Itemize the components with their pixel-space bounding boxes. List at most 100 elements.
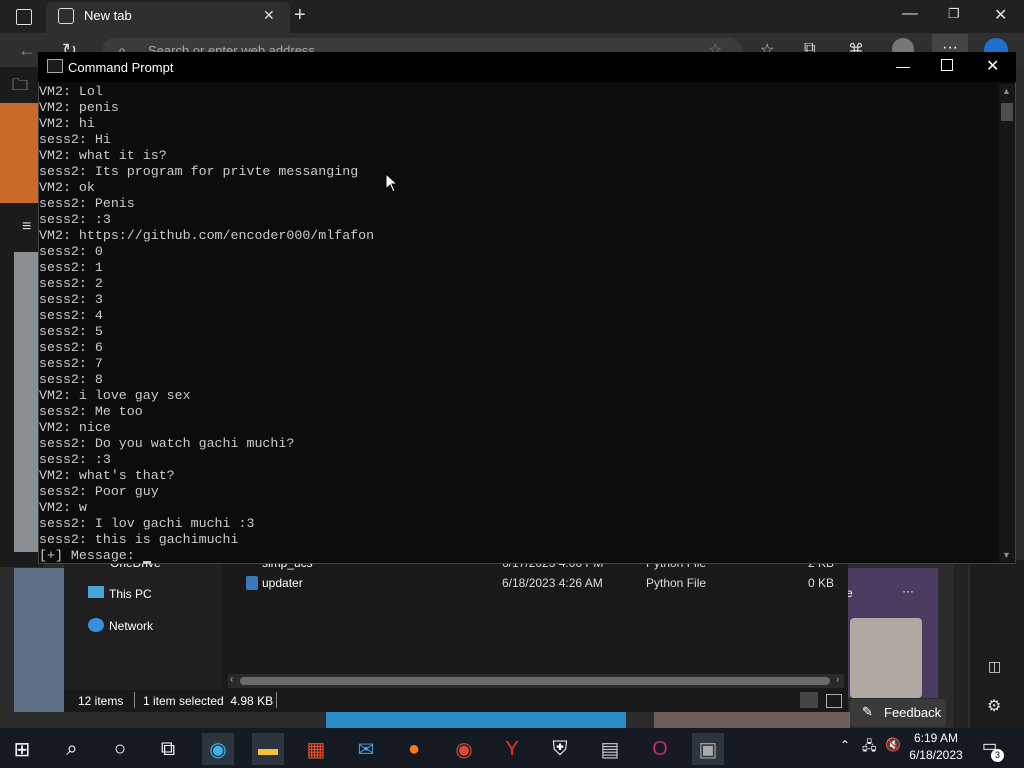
- text-cursor: [143, 561, 151, 564]
- status-divider: [134, 692, 135, 708]
- edge-taskbar-icon[interactable]: ◉: [202, 733, 234, 765]
- console-line: sess2: :3: [39, 452, 111, 467]
- cortana-icon[interactable]: ○: [104, 733, 136, 765]
- new-tab-icon[interactable]: +: [294, 4, 306, 27]
- console-output[interactable]: VM2: Lol VM2: penis VM2: hi sess2: Hi VM2: w…: [39, 84, 997, 564]
- network-status-icon[interactable]: 🖧: [862, 737, 877, 759]
- opera-icon[interactable]: O: [644, 733, 676, 765]
- news-card-image[interactable]: [14, 568, 64, 712]
- new-tab-page-icon: [58, 8, 74, 24]
- back-icon[interactable]: ←: [18, 40, 36, 61]
- system-clock[interactable]: 6:19 AM 6/18/2023: [900, 730, 972, 764]
- console-line: VM2: what's that?: [39, 468, 175, 483]
- scrollbar-thumb[interactable]: [240, 677, 830, 685]
- console-line: VM2: Lol: [39, 84, 103, 99]
- tab-actions-icon[interactable]: [16, 9, 32, 25]
- news-card-image[interactable]: [654, 712, 850, 728]
- news-card-image: [850, 618, 922, 698]
- console-line: VM2: https://github.com/encoder000/mlfaf…: [39, 228, 375, 243]
- file-explorer-taskbar-icon[interactable]: ▬: [252, 733, 284, 765]
- console-line: sess2: 0: [39, 244, 103, 259]
- notification-count-badge: 3: [991, 749, 1004, 762]
- console-line: sess2: 4: [39, 308, 103, 323]
- cmd-window-title: Command Prompt: [68, 60, 174, 75]
- browser-minimize-button[interactable]: —: [902, 5, 918, 23]
- sidebar-settings-icon[interactable]: ⚙: [987, 696, 1001, 716]
- console-line: sess2: I lov gachi muchi :3: [39, 516, 255, 531]
- yandex-browser-icon[interactable]: Y: [496, 733, 528, 765]
- network-icon: [88, 618, 104, 632]
- menu-icon[interactable]: ≡: [22, 218, 31, 236]
- this-pc-icon: [88, 586, 104, 598]
- console-line: sess2: Do you watch gachi muchi?: [39, 436, 295, 451]
- task-view-icon[interactable]: ⧉: [152, 733, 184, 765]
- console-line: sess2: Penis: [39, 196, 135, 211]
- taskbar-search-icon[interactable]: ⌕: [56, 733, 88, 765]
- console-line: VM2: what it is?: [39, 148, 167, 163]
- microsoft-store-icon[interactable]: ▦: [300, 733, 332, 765]
- cmd-scrollbar-thumb[interactable]: [1001, 103, 1013, 121]
- file-name[interactable]: updater: [262, 576, 303, 590]
- news-card-options-icon[interactable]: ···: [902, 584, 914, 598]
- browser-tab[interactable]: [46, 2, 290, 33]
- chrome-icon[interactable]: ◉: [448, 733, 480, 765]
- console-line: sess2: Poor guy: [39, 484, 159, 499]
- cmd-close-button[interactable]: ✕: [986, 56, 999, 76]
- file-date: 6/18/2023 4:26 AM: [502, 576, 603, 590]
- console-lines: VM2: Lol VM2: penis VM2: hi sess2: Hi VM2: w…: [39, 84, 997, 548]
- page-scrollbar[interactable]: [954, 564, 968, 728]
- tab-title: New tab: [84, 8, 132, 23]
- feedback-button[interactable]: ✎ Feedback: [850, 699, 946, 727]
- cmd-title-bar[interactable]: [38, 52, 1016, 82]
- tab-close-icon[interactable]: ✕: [263, 7, 275, 24]
- console-line: sess2: 7: [39, 356, 103, 371]
- start-windows-icon[interactable]: ⊞: [6, 733, 38, 765]
- clock-time: 6:19 AM: [913, 731, 959, 745]
- console-line: VM2: w: [39, 500, 87, 515]
- console-line: sess2: 8: [39, 372, 103, 387]
- status-selection: 1 item selected 4.98 KB: [143, 694, 274, 708]
- cmd-app-icon: [47, 59, 63, 73]
- mail-icon[interactable]: ✉: [350, 733, 382, 765]
- file-type: Python File: [646, 576, 707, 590]
- console-line: sess2: 1: [39, 260, 103, 275]
- scroll-left-icon[interactable]: ‹: [230, 674, 233, 685]
- security-shield-icon[interactable]: ⛨: [544, 733, 576, 765]
- remote-desktop-icon[interactable]: ▤: [594, 733, 626, 765]
- console-line: sess2: 3: [39, 292, 103, 307]
- cmd-minimize-button[interactable]: —: [896, 58, 910, 74]
- file-size: 0 KB: [808, 576, 835, 590]
- news-card-image[interactable]: [14, 252, 40, 552]
- sidebar-toggle-icon[interactable]: ◫: [988, 658, 1001, 675]
- message-prompt[interactable]: [+] Message:: [39, 548, 143, 564]
- sidebar-folder-icon[interactable]: 🗀: [12, 74, 28, 101]
- scroll-down-icon[interactable]: ▼: [1002, 550, 1011, 560]
- console-line: VM2: i love gay sex: [39, 388, 191, 403]
- volume-muted-icon[interactable]: 🔇: [885, 737, 901, 753]
- console-line: sess2: Its program for privte messanging: [39, 164, 359, 179]
- nav-item-label: Network: [109, 619, 154, 633]
- browser-restore-button[interactable]: ❐: [948, 6, 960, 22]
- cmd-vertical-scrollbar[interactable]: [999, 84, 1015, 562]
- clock-date: 6/18/2023: [909, 748, 963, 762]
- console-line: sess2: Hi: [39, 132, 111, 147]
- status-item-count: 12 items: [78, 694, 124, 708]
- status-divider: [276, 692, 277, 708]
- firefox-icon[interactable]: ●: [398, 733, 430, 765]
- news-card-image[interactable]: [326, 712, 626, 728]
- details-view-icon[interactable]: [800, 692, 818, 708]
- browser-close-button[interactable]: ✕: [994, 5, 1007, 25]
- scroll-up-icon[interactable]: ▲: [1002, 86, 1011, 96]
- scroll-right-icon[interactable]: ›: [836, 674, 839, 685]
- console-line: VM2: hi: [39, 116, 95, 131]
- show-hidden-icons-icon[interactable]: ⌃: [840, 738, 850, 752]
- nav-item-network[interactable]: Network: [109, 619, 153, 633]
- command-prompt-taskbar-icon[interactable]: ▣: [692, 733, 724, 765]
- cmd-maximize-button[interactable]: [941, 59, 953, 71]
- large-icons-view-icon[interactable]: [826, 694, 842, 708]
- nav-item-this-pc[interactable]: This PC: [109, 587, 152, 601]
- console-line: VM2: penis: [39, 100, 119, 115]
- console-line: VM2: ok: [39, 180, 95, 195]
- console-line: sess2: 5: [39, 324, 103, 339]
- python-file-icon: [246, 576, 258, 590]
